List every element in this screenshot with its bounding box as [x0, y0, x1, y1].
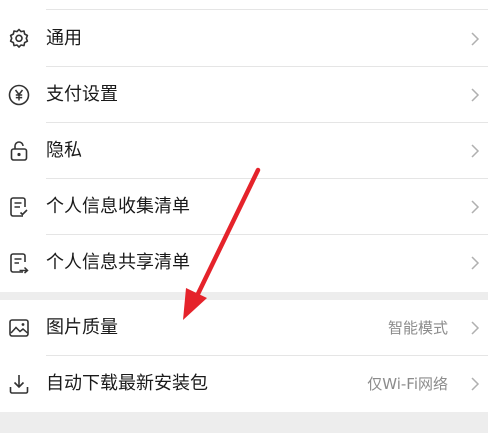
settings-item-payment[interactable]: 支付设置	[0, 67, 488, 123]
settings-group-main: 通用 支付设置 隐私 个人信息收集清单 个人信息共享清单	[0, 0, 488, 292]
shared-list-icon	[7, 251, 31, 275]
settings-item-label: 个人信息共享清单	[46, 252, 190, 273]
settings-item-info-sharing[interactable]: 个人信息共享清单	[0, 235, 488, 291]
settings-item-info-collection[interactable]: 个人信息收集清单	[0, 179, 488, 235]
settings-item-privacy[interactable]: 隐私	[0, 123, 488, 179]
settings-item-label: 支付设置	[46, 84, 118, 105]
settings-item-label: 个人信息收集清单	[46, 196, 190, 217]
yuan-icon	[7, 83, 31, 107]
settings-group-media: 图片质量 智能模式 自动下载最新安装包 仅Wi-Fi网络	[0, 300, 488, 412]
settings-screen: 通用 支付设置 隐私 个人信息收集清单 个人信息共享清单 图片质量 智能模式 自…	[0, 0, 488, 433]
image-icon	[7, 316, 31, 340]
auto-download-value: 仅Wi-Fi网络	[367, 375, 448, 393]
chevron-right-icon	[470, 142, 480, 160]
divider	[46, 9, 488, 10]
chevron-right-icon	[470, 319, 480, 337]
settings-item-label: 自动下载最新安装包	[46, 373, 208, 394]
chevron-right-icon	[470, 198, 480, 216]
settings-item-label: 通用	[46, 28, 82, 49]
chevron-right-icon	[470, 86, 480, 104]
lock-icon	[7, 139, 31, 163]
checklist-icon	[7, 195, 31, 219]
settings-item-auto-download[interactable]: 自动下载最新安装包 仅Wi-Fi网络	[0, 356, 488, 412]
download-icon	[7, 372, 31, 396]
settings-item-general[interactable]: 通用	[0, 11, 488, 67]
image-quality-value: 智能模式	[387, 319, 448, 337]
chevron-right-icon	[470, 375, 480, 393]
settings-item-label: 图片质量	[46, 317, 118, 338]
settings-item-image-quality[interactable]: 图片质量 智能模式	[0, 300, 488, 356]
settings-item-label: 隐私	[46, 140, 82, 161]
chevron-right-icon	[470, 254, 480, 272]
chevron-right-icon	[470, 30, 480, 48]
gear-icon	[7, 27, 31, 51]
